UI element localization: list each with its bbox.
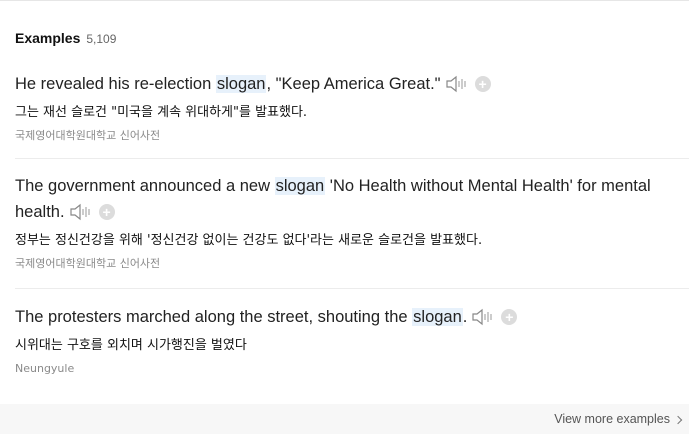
example-sentence: He revealed his re-election slogan, "Kee… [15,71,675,101]
examples-footer: View more examples [0,404,689,434]
keyword-highlight[interactable]: slogan [215,75,267,93]
sentence-text: The protesters marched along the street,… [15,308,413,326]
example-divider [15,288,689,289]
example-sentence: The government announced a new slogan 'N… [15,173,675,229]
sentence-text: He revealed his re-election [15,75,216,93]
translation-text: 정부는 정신건강을 위해 '정신건강 없이는 건강도 없다'라는 새로운 슬로건… [15,233,483,248]
view-more-label: View more examples [554,412,670,426]
speaker-icon[interactable] [69,203,94,229]
speaker-icon[interactable] [445,75,470,101]
sentence-text: The government announced a new [15,177,275,195]
example-source: Neungyule [15,362,75,375]
view-more-examples-link[interactable]: View more examples [554,412,683,426]
keyword-highlight[interactable]: slogan [412,308,463,326]
example-item: The protesters marched along the street,… [15,304,675,377]
keyword-highlight[interactable]: slogan [274,177,326,195]
speaker-icon[interactable] [472,308,496,334]
sentence-text: . [462,308,468,326]
sentence-text: , "Keep America Great." [266,75,441,93]
example-divider [15,158,689,159]
example-item: The government announced a new slogan 'N… [15,173,675,272]
plus-circle-icon[interactable]: + [474,76,491,92]
plus-circle-icon[interactable]: + [501,309,518,325]
example-item: He revealed his re-election slogan, "Kee… [15,71,675,144]
example-sentence: The protesters marched along the street,… [15,304,675,334]
translation-text: 그는 재선 슬로건 "미국을 계속 위대하게"를 발표했다. [15,105,308,120]
chevron-right-icon [673,415,683,424]
example-source: 국제영어대학원대학교 신어사전 [15,257,161,270]
top-divider [0,0,689,1]
example-source: 국제영어대학원대학교 신어사전 [15,129,161,142]
examples-header: Examples 5,109 [15,30,116,46]
translation-text: 시위대는 구호를 외치며 시가행진을 벌였다 [15,338,247,353]
section-title: Examples [15,30,81,46]
examples-count: 5,109 [86,32,117,46]
plus-circle-icon[interactable]: + [98,204,115,220]
